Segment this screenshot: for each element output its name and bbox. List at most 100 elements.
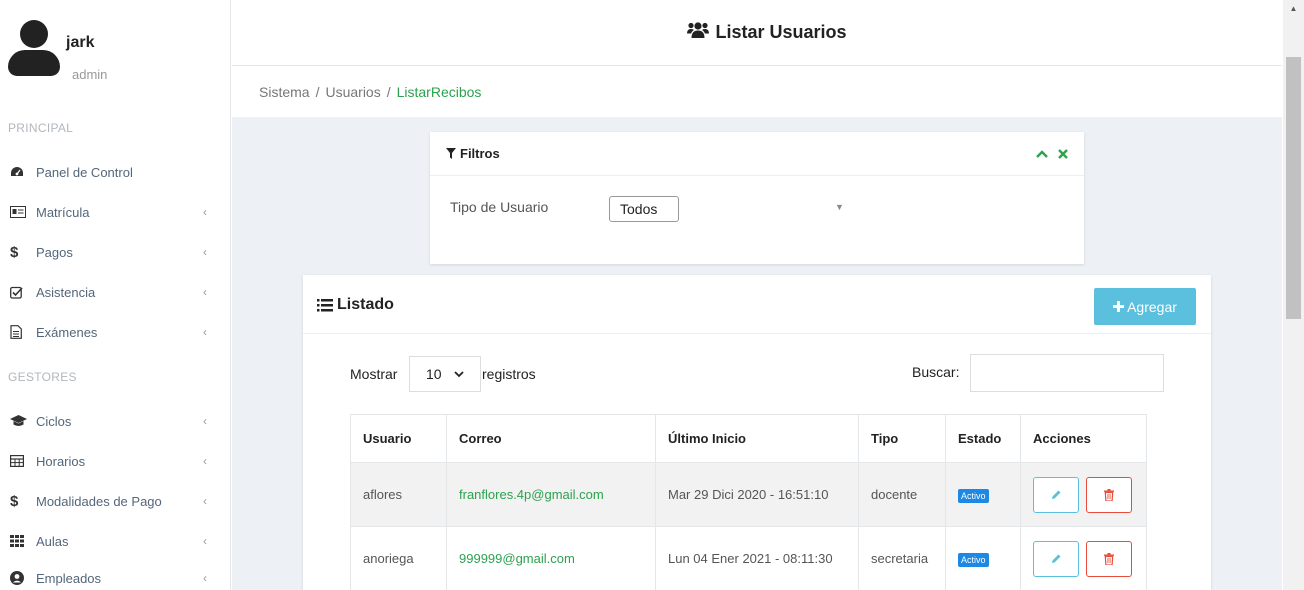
column-header[interactable]: Correo bbox=[446, 414, 656, 463]
user-circle-icon bbox=[10, 571, 30, 585]
chevron-down-icon bbox=[453, 370, 464, 378]
users-icon bbox=[687, 21, 710, 44]
filters-title: Filtros bbox=[460, 146, 500, 161]
page-title: Listar Usuarios bbox=[687, 21, 847, 44]
sidebar-item-label: Matrícula bbox=[36, 204, 90, 220]
edit-button[interactable] bbox=[1033, 540, 1079, 577]
chevron-left-icon: ‹ bbox=[203, 494, 207, 508]
status-badge: Activo bbox=[958, 488, 989, 503]
status-badge: Activo bbox=[958, 552, 989, 567]
buscar-label: Buscar: bbox=[912, 364, 960, 380]
page-title-text: Listar Usuarios bbox=[715, 22, 847, 42]
cell-estado: Activo bbox=[945, 462, 1021, 527]
delete-button[interactable] bbox=[1086, 476, 1132, 513]
user-name: jark bbox=[66, 34, 95, 51]
cell-acciones bbox=[1020, 462, 1147, 527]
sidebar-item-label: Panel de Control bbox=[36, 164, 133, 180]
panel-tools bbox=[1036, 146, 1068, 162]
users-table: Usuario Correo Último Inicio Tipo Estado… bbox=[350, 414, 1147, 590]
scrollbar-thumb[interactable] bbox=[1286, 57, 1301, 319]
vertical-scrollbar[interactable]: ▲ bbox=[1283, 0, 1304, 590]
cell-usuario: aflores bbox=[350, 462, 447, 527]
breadcrumb-separator: / bbox=[315, 84, 320, 100]
chevron-left-icon: ‹ bbox=[203, 571, 207, 585]
pencil-icon bbox=[1051, 489, 1062, 500]
dollar-icon: $ bbox=[10, 492, 19, 510]
grid-icon bbox=[10, 535, 30, 547]
cell-ultimo-inicio: Lun 04 Ener 2021 - 08:11:30 bbox=[655, 526, 859, 590]
cell-estado: Activo bbox=[945, 526, 1021, 590]
dollar-icon: $ bbox=[10, 243, 19, 261]
column-header: Acciones bbox=[1020, 414, 1147, 463]
chevron-left-icon: ‹ bbox=[203, 245, 207, 259]
breadcrumb-item-current: ListarRecibos bbox=[396, 84, 482, 100]
table-header-row: Usuario Correo Último Inicio Tipo Estado… bbox=[350, 414, 1147, 463]
check-square-icon bbox=[10, 286, 30, 299]
mostrar-label: Mostrar bbox=[350, 366, 398, 382]
breadcrumb: Sistema / Usuarios / ListarRecibos bbox=[232, 67, 1282, 117]
filters-panel: Filtros Tipo de Usuario Todos ▼ bbox=[430, 132, 1084, 264]
search-input[interactable] bbox=[970, 354, 1164, 392]
close-icon[interactable] bbox=[1058, 146, 1068, 162]
sidebar-item-empleados[interactable]: Empleados ‹ bbox=[0, 563, 230, 590]
listado-panel: Listado Agregar Mostrar 10 registros Bus… bbox=[303, 275, 1211, 590]
trash-icon bbox=[1104, 552, 1114, 565]
cell-ultimo-inicio: Mar 29 Dici 2020 - 16:51:10 bbox=[655, 462, 859, 527]
cell-correo: 999999@gmail.com bbox=[446, 526, 656, 590]
sidebar-item-matricula[interactable]: Matrícula ‹ bbox=[0, 197, 230, 227]
column-header[interactable]: Usuario bbox=[350, 414, 447, 463]
plus-icon bbox=[1113, 301, 1125, 312]
column-header[interactable]: Estado bbox=[945, 414, 1021, 463]
sidebar-item-asistencia[interactable]: Asistencia ‹ bbox=[0, 277, 230, 307]
sidebar-item-pagos[interactable]: $ Pagos ‹ bbox=[0, 237, 230, 267]
delete-button[interactable] bbox=[1086, 540, 1132, 577]
listado-title-text: Listado bbox=[337, 296, 394, 313]
section-title-gestores: GESTORES bbox=[8, 370, 77, 384]
add-user-button[interactable]: Agregar bbox=[1094, 288, 1196, 325]
caret-down-icon[interactable]: ▼ bbox=[835, 202, 844, 212]
chevron-left-icon: ‹ bbox=[203, 205, 207, 219]
user-profile[interactable]: jark admin bbox=[8, 20, 223, 90]
registros-label: registros bbox=[482, 366, 536, 382]
table-row: anoriega 999999@gmail.com Lun 04 Ener 20… bbox=[350, 526, 1147, 590]
listado-title: Listado bbox=[317, 296, 394, 314]
sidebar-item-panel-de-control[interactable]: Panel de Control bbox=[0, 157, 230, 187]
table-row: aflores franflores.4p@gmail.com Mar 29 D… bbox=[350, 462, 1147, 527]
section-title-principal: PRINCIPAL bbox=[8, 121, 74, 135]
filters-header: Filtros bbox=[430, 132, 1084, 176]
table-icon bbox=[10, 455, 30, 467]
file-text-icon bbox=[10, 325, 30, 339]
sidebar-item-label: Modalidades de Pago bbox=[36, 493, 162, 509]
column-header[interactable]: Último Inicio bbox=[655, 414, 859, 463]
sidebar-item-aulas[interactable]: Aulas ‹ bbox=[0, 526, 230, 556]
graduation-cap-icon bbox=[10, 415, 30, 427]
trash-icon bbox=[1104, 488, 1114, 501]
chevron-left-icon: ‹ bbox=[203, 454, 207, 468]
chevron-up-icon[interactable] bbox=[1036, 146, 1048, 162]
sidebar-item-examenes[interactable]: Exámenes ‹ bbox=[0, 317, 230, 347]
breadcrumb-separator: / bbox=[386, 84, 391, 100]
page-length-value: 10 bbox=[426, 366, 442, 382]
breadcrumb-item-sistema[interactable]: Sistema bbox=[259, 84, 310, 100]
tipo-usuario-label: Tipo de Usuario bbox=[450, 199, 549, 215]
column-header[interactable]: Tipo bbox=[858, 414, 946, 463]
sidebar-item-horarios[interactable]: Horarios ‹ bbox=[0, 446, 230, 476]
page-length-select[interactable]: 10 bbox=[409, 356, 481, 392]
scroll-up-arrow-icon[interactable]: ▲ bbox=[1283, 0, 1304, 17]
sidebar-item-modalidades-de-pago[interactable]: $ Modalidades de Pago ‹ bbox=[0, 486, 230, 516]
sidebar-item-label: Aulas bbox=[36, 533, 69, 549]
chevron-left-icon: ‹ bbox=[203, 414, 207, 428]
tipo-usuario-select[interactable]: Todos bbox=[609, 196, 679, 222]
sidebar-item-ciclos[interactable]: Ciclos ‹ bbox=[0, 406, 230, 436]
breadcrumb-item-usuarios[interactable]: Usuarios bbox=[325, 84, 380, 100]
add-button-label: Agregar bbox=[1127, 298, 1177, 315]
list-icon bbox=[317, 298, 333, 312]
sidebar-item-label: Ciclos bbox=[36, 413, 72, 429]
sidebar-item-label: Asistencia bbox=[36, 284, 96, 300]
chevron-left-icon: ‹ bbox=[203, 325, 207, 339]
sidebar-item-label: Exámenes bbox=[36, 324, 98, 340]
id-card-icon bbox=[10, 206, 30, 218]
cell-correo: franflores.4p@gmail.com bbox=[446, 462, 656, 527]
edit-button[interactable] bbox=[1033, 476, 1079, 513]
chevron-left-icon: ‹ bbox=[203, 534, 207, 548]
